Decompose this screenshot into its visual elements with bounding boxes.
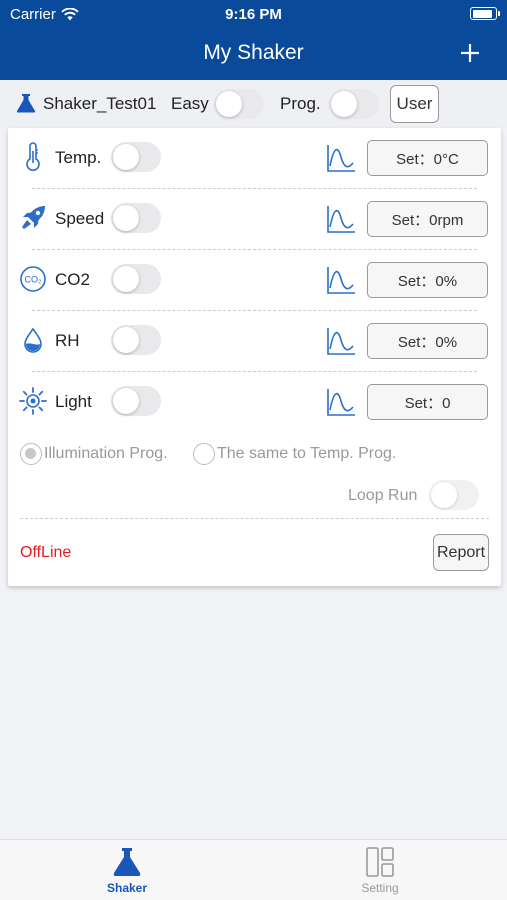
- flask-icon: [113, 848, 141, 876]
- speed-label: Speed: [55, 209, 105, 228]
- rh-toggle[interactable]: [111, 325, 161, 355]
- thermometer-icon: [26, 142, 40, 171]
- temp-label: Temp.: [55, 148, 102, 167]
- light-toggle[interactable]: [111, 386, 161, 416]
- tab-bar: Shaker Setting: [0, 839, 507, 900]
- easy-label: Easy: [171, 94, 209, 113]
- tab-label: Shaker: [106, 881, 148, 895]
- radio-same-as-temp[interactable]: The same to Temp. Prog.: [193, 443, 396, 465]
- co2-toggle[interactable]: [111, 264, 161, 294]
- clock: 9:16 PM: [225, 6, 282, 23]
- radio-circle: [193, 443, 215, 465]
- co2-label: CO2: [55, 270, 90, 289]
- nav-bar: My Shaker: [0, 28, 507, 80]
- plus-icon[interactable]: [455, 38, 485, 68]
- radio-circle: [20, 443, 42, 465]
- device-name: Shaker_Test01: [43, 94, 157, 113]
- device-bar: Shaker_Test01 Easy Prog. User: [0, 80, 507, 128]
- speed-set-button[interactable]: Set：0rpm: [367, 201, 488, 237]
- svg-text:CO₂: CO₂: [25, 275, 43, 285]
- status-bar: Carrier 9:16 PM: [0, 0, 507, 28]
- rh-set-button[interactable]: Set：0%: [367, 323, 488, 359]
- sun-icon: [19, 387, 47, 415]
- co2-icon: CO₂: [20, 266, 46, 292]
- loop-run-toggle[interactable]: [429, 480, 479, 510]
- curve-chart-icon[interactable]: [325, 264, 357, 296]
- prog-toggle[interactable]: [329, 89, 379, 119]
- curve-chart-icon[interactable]: [325, 386, 357, 418]
- page-title: My Shaker: [203, 41, 304, 64]
- tab-label: Setting: [361, 881, 399, 895]
- radio-label: Illumination Prog.: [44, 445, 168, 462]
- control-card: Temp. Set：0°C Speed Set：0rpm CO₂ CO2 Set…: [8, 128, 501, 586]
- layout-icon: [366, 847, 394, 877]
- battery-icon: [470, 7, 500, 20]
- speed-row: Speed Set：0rpm: [8, 189, 501, 250]
- light-set-button[interactable]: Set：0: [367, 384, 488, 420]
- report-button[interactable]: Report: [433, 534, 489, 571]
- co2-set-button[interactable]: Set：0%: [367, 262, 488, 298]
- co2-row: CO₂ CO2 Set：0%: [8, 250, 501, 311]
- curve-chart-icon[interactable]: [325, 142, 357, 174]
- connection-status: OffLine: [20, 544, 72, 561]
- flask-icon: [16, 94, 36, 113]
- prog-label: Prog.: [280, 94, 321, 113]
- rocket-icon: [22, 206, 45, 229]
- divider: [20, 518, 489, 519]
- loop-run-label: Loop Run: [348, 487, 418, 504]
- tab-setting[interactable]: Setting: [330, 846, 430, 900]
- rh-label: RH: [55, 331, 80, 350]
- radio-illumination-prog[interactable]: Illumination Prog.: [20, 443, 168, 465]
- curve-chart-icon[interactable]: [325, 325, 357, 357]
- user-button[interactable]: User: [390, 85, 439, 123]
- easy-toggle[interactable]: [214, 89, 264, 119]
- tab-shaker[interactable]: Shaker: [77, 846, 177, 900]
- temp-toggle[interactable]: [111, 142, 161, 172]
- speed-toggle[interactable]: [111, 203, 161, 233]
- temp-set-button[interactable]: Set：0°C: [367, 140, 488, 176]
- droplet-icon: [24, 327, 42, 353]
- radio-label: The same to Temp. Prog.: [217, 445, 397, 462]
- loop-run-row: Loop Run: [8, 480, 501, 514]
- rh-row: RH Set：0%: [8, 311, 501, 372]
- curve-chart-icon[interactable]: [325, 203, 357, 235]
- temp-row: Temp. Set：0°C: [8, 128, 501, 189]
- light-label: Light: [55, 392, 92, 411]
- illumination-mode-group: Illumination Prog. The same to Temp. Pro…: [8, 440, 501, 470]
- light-row: Light Set：0: [8, 372, 501, 433]
